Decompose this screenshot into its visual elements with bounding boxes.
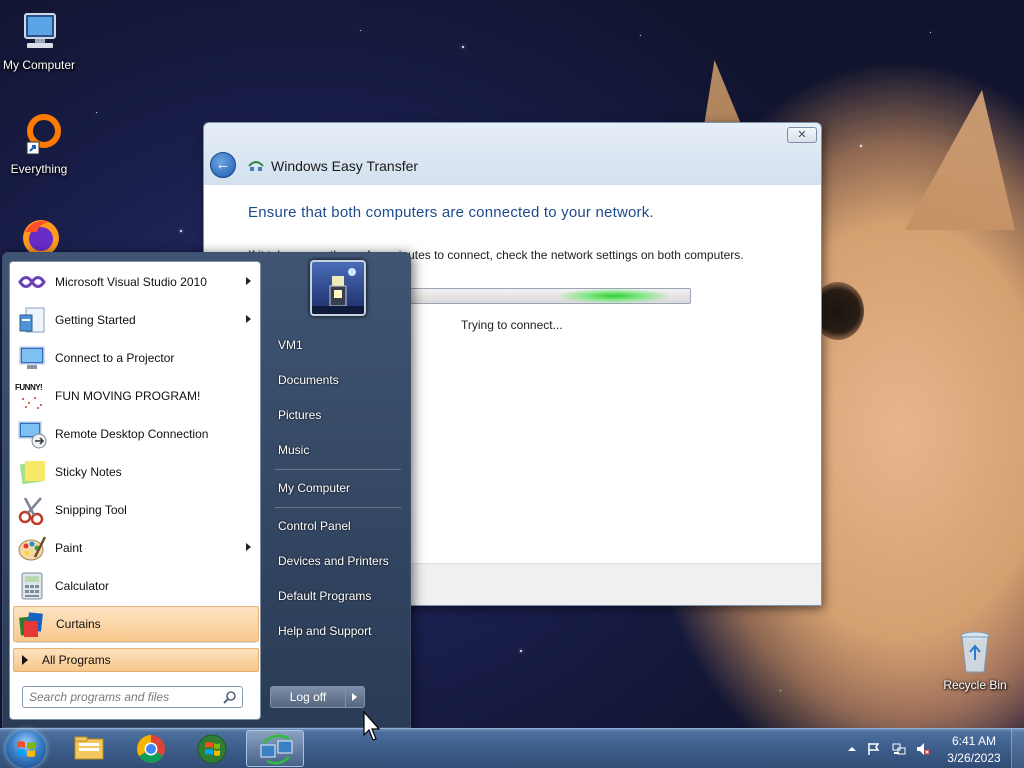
- media-player-icon: [197, 734, 227, 764]
- place-my-computer[interactable]: My Computer: [268, 473, 408, 503]
- volume-muted-icon[interactable]: [916, 742, 930, 756]
- program-item-snipping-tool[interactable]: Snipping Tool: [13, 492, 259, 528]
- program-label: Sticky Notes: [55, 465, 122, 479]
- desktop-icon-everything[interactable]: Everything: [0, 112, 81, 176]
- menu-separator: [275, 507, 401, 508]
- chevron-right-icon: [352, 693, 357, 701]
- desktop-icon-label: Recycle Bin: [943, 678, 1007, 692]
- taskbar-media-player[interactable]: [182, 730, 240, 767]
- file-explorer-icon: [74, 736, 104, 760]
- place-default-programs[interactable]: Default Programs: [268, 581, 408, 611]
- log-off-button[interactable]: Log off: [270, 686, 346, 708]
- sticky-notes-icon: [17, 457, 47, 487]
- program-item-getting-started[interactable]: Getting Started: [13, 302, 259, 338]
- progress-status-text: Trying to connect...: [461, 318, 563, 332]
- place-pictures[interactable]: Pictures: [268, 400, 408, 430]
- window-title: Windows Easy Transfer: [271, 158, 419, 174]
- search-icon[interactable]: [223, 690, 237, 704]
- search-box[interactable]: [22, 686, 243, 708]
- taskbar-chrome[interactable]: [122, 730, 180, 767]
- program-item-sticky-notes[interactable]: Sticky Notes: [13, 454, 259, 490]
- snipping-tool-icon: [17, 495, 47, 526]
- program-item-calculator[interactable]: Calculator: [13, 568, 259, 604]
- expand-arrow-icon: [22, 655, 28, 665]
- place-user-folder[interactable]: VM1: [268, 330, 408, 360]
- close-button[interactable]: ✕: [787, 127, 817, 143]
- easy-transfer-icon: [260, 734, 293, 765]
- place-devices-printers[interactable]: Devices and Printers: [268, 546, 408, 576]
- visual-studio-icon: [17, 267, 47, 297]
- easy-transfer-icon: [248, 157, 264, 173]
- program-item-visual-studio[interactable]: Microsoft Visual Studio 2010: [13, 264, 259, 300]
- window-titlebar[interactable]: ✕ ← Windows Easy Transfer: [204, 123, 821, 185]
- taskbar-easy-transfer[interactable]: [246, 730, 304, 767]
- recycle-bin-icon: [951, 628, 999, 676]
- projector-icon: [17, 343, 47, 373]
- program-item-curtains[interactable]: Curtains: [13, 606, 259, 642]
- program-label: Paint: [55, 541, 83, 555]
- shutdown-options-button[interactable]: [346, 686, 365, 708]
- network-icon[interactable]: [892, 742, 906, 756]
- submenu-arrow-icon[interactable]: [246, 315, 251, 323]
- page-heading: Ensure that both computers are connected…: [248, 204, 654, 221]
- remote-desktop-icon: [17, 419, 47, 449]
- program-item-paint[interactable]: Paint: [13, 530, 259, 566]
- program-label: Calculator: [55, 579, 110, 593]
- user-account-picture[interactable]: [310, 260, 366, 316]
- calculator-icon: [17, 571, 47, 601]
- system-tray: 6:41 AM 3/26/2023: [840, 729, 1024, 768]
- clock-time[interactable]: 6:41 AM: [946, 734, 1002, 748]
- desktop-icon-label: Everything: [10, 162, 68, 176]
- menu-separator: [16, 642, 256, 643]
- desktop-icon-label: My Computer: [2, 58, 76, 72]
- submenu-arrow-icon[interactable]: [246, 277, 251, 285]
- progress-indicator: [559, 289, 669, 303]
- menu-separator: [275, 469, 401, 470]
- start-button[interactable]: [6, 730, 46, 768]
- place-help-support[interactable]: Help and Support: [268, 616, 408, 646]
- chrome-icon: [137, 735, 165, 763]
- clock-date[interactable]: 3/26/2023: [940, 751, 1008, 765]
- program-label: Microsoft Visual Studio 2010: [55, 275, 207, 289]
- submenu-arrow-icon[interactable]: [246, 543, 251, 551]
- computer-icon: [15, 8, 63, 56]
- programs-pane: Microsoft Visual Studio 2010 Getting Sta…: [9, 261, 261, 720]
- place-documents[interactable]: Documents: [268, 365, 408, 395]
- program-item-remote-desktop[interactable]: Remote Desktop Connection: [13, 416, 259, 452]
- program-label: Snipping Tool: [55, 503, 127, 517]
- taskbar: 6:41 AM 3/26/2023: [0, 728, 1024, 768]
- program-item-fun-moving-program[interactable]: FUNNY! FUN MOVING PROGRAM!: [13, 378, 259, 414]
- getting-started-icon: [17, 305, 47, 335]
- program-label: Connect to a Projector: [55, 351, 175, 365]
- curtains-icon: [18, 609, 48, 639]
- program-label: Remote Desktop Connection: [55, 427, 209, 441]
- taskbar-file-explorer[interactable]: [60, 730, 118, 767]
- connection-progress-bar: [408, 288, 691, 304]
- action-center-flag-icon[interactable]: [867, 742, 881, 756]
- back-arrow-icon[interactable]: ←: [210, 152, 236, 178]
- show-desktop-button[interactable]: [1011, 729, 1024, 768]
- wallpaper-cat-ear: [905, 90, 1015, 230]
- all-programs-label: All Programs: [42, 653, 111, 667]
- paint-icon: [17, 533, 47, 563]
- program-label: Curtains: [56, 617, 101, 631]
- places-pane: VM1 Documents Pictures Music My Computer…: [265, 253, 411, 729]
- show-hidden-icons-icon[interactable]: [845, 742, 859, 756]
- program-label: Getting Started: [55, 313, 136, 327]
- all-programs-button[interactable]: All Programs: [13, 648, 259, 672]
- start-menu: Microsoft Visual Studio 2010 Getting Sta…: [2, 252, 411, 728]
- place-control-panel[interactable]: Control Panel: [268, 511, 408, 541]
- mouse-cursor-icon: [363, 710, 383, 743]
- everything-search-icon: [15, 112, 63, 160]
- windows-logo-icon: [17, 741, 35, 757]
- program-item-connect-projector[interactable]: Connect to a Projector: [13, 340, 259, 376]
- place-music[interactable]: Music: [268, 435, 408, 465]
- funny-program-icon: FUNNY!: [15, 381, 47, 411]
- desktop-icon-recycle-bin[interactable]: Recycle Bin: [933, 628, 1017, 692]
- program-label: FUN MOVING PROGRAM!: [55, 389, 201, 403]
- search-input[interactable]: [29, 690, 219, 704]
- desktop-icon-my-computer[interactable]: My Computer: [0, 8, 81, 72]
